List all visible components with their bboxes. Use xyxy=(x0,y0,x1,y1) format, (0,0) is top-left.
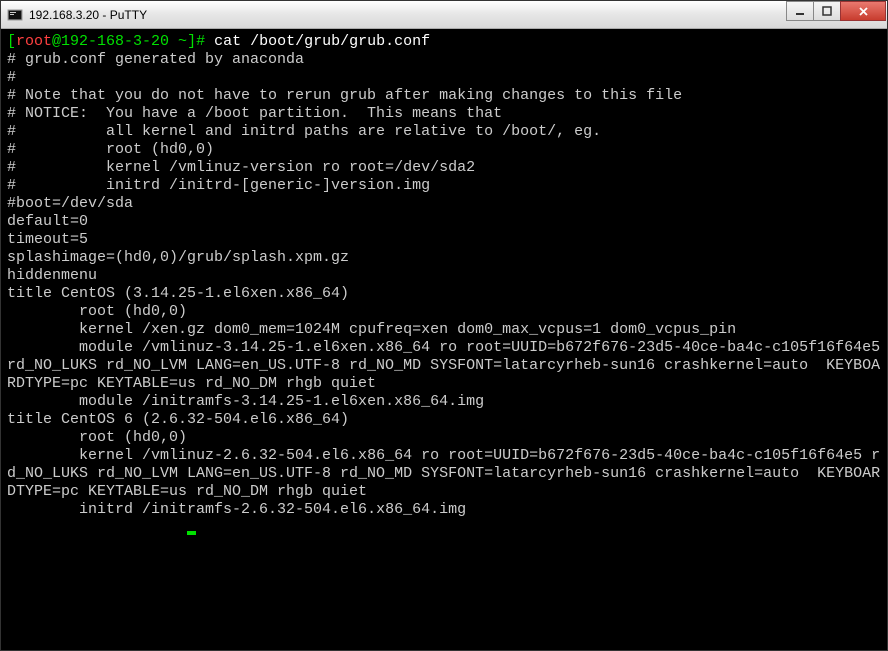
putty-window: 192.168.3.20 - PuTTY [root@192-168-3-20 … xyxy=(0,0,888,651)
titlebar[interactable]: 192.168.3.20 - PuTTY xyxy=(1,1,887,29)
prompt-user: root xyxy=(16,33,52,50)
close-button[interactable] xyxy=(840,1,886,21)
output-line: # xyxy=(7,69,881,87)
prompt-line: [root@192-168-3-20 ~]# cat /boot/grub/gr… xyxy=(7,33,881,51)
output-line: # grub.conf generated by anaconda xyxy=(7,51,881,69)
output-line: kernel /xen.gz dom0_mem=1024M cpufreq=xe… xyxy=(7,321,881,339)
output-line: title CentOS 6 (2.6.32-504.el6.x86_64) xyxy=(7,411,881,429)
output-line: module /vmlinuz-3.14.25-1.el6xen.x86_64 … xyxy=(7,339,881,393)
prompt-host: @192-168-3-20 ~ xyxy=(52,33,187,50)
output-line: # kernel /vmlinuz-version ro root=/dev/s… xyxy=(7,159,881,177)
window-title: 192.168.3.20 - PuTTY xyxy=(29,8,787,22)
output-line: # NOTICE: You have a /boot partition. Th… xyxy=(7,105,881,123)
output-line: splashimage=(hd0,0)/grub/splash.xpm.gz xyxy=(7,249,881,267)
prompt-bracket: [ xyxy=(7,33,16,50)
output-line: initrd /initramfs-2.6.32-504.el6.x86_64.… xyxy=(7,501,881,519)
cursor-line xyxy=(7,519,881,537)
cursor xyxy=(187,531,196,535)
prompt-bracket-close: ]# xyxy=(187,33,214,50)
output-line: timeout=5 xyxy=(7,231,881,249)
output-line: title CentOS (3.14.25-1.el6xen.x86_64) xyxy=(7,285,881,303)
output-line: kernel /vmlinuz-2.6.32-504.el6.x86_64 ro… xyxy=(7,447,881,501)
minimize-button[interactable] xyxy=(786,1,814,21)
output-line: module /initramfs-3.14.25-1.el6xen.x86_6… xyxy=(7,393,881,411)
output-line: # Note that you do not have to rerun gru… xyxy=(7,87,881,105)
output-line: # all kernel and initrd paths are relati… xyxy=(7,123,881,141)
terminal[interactable]: [root@192-168-3-20 ~]# cat /boot/grub/gr… xyxy=(1,29,887,650)
output-line: # root (hd0,0) xyxy=(7,141,881,159)
putty-icon xyxy=(7,7,23,23)
output-line: hiddenmenu xyxy=(7,267,881,285)
prompt-command: cat /boot/grub/grub.conf xyxy=(214,33,430,50)
window-controls xyxy=(787,1,886,21)
output-line: # initrd /initrd-[generic-]version.img xyxy=(7,177,881,195)
maximize-button[interactable] xyxy=(813,1,841,21)
output-line: default=0 xyxy=(7,213,881,231)
output-line: #boot=/dev/sda xyxy=(7,195,881,213)
output-line: root (hd0,0) xyxy=(7,303,881,321)
output-line: root (hd0,0) xyxy=(7,429,881,447)
